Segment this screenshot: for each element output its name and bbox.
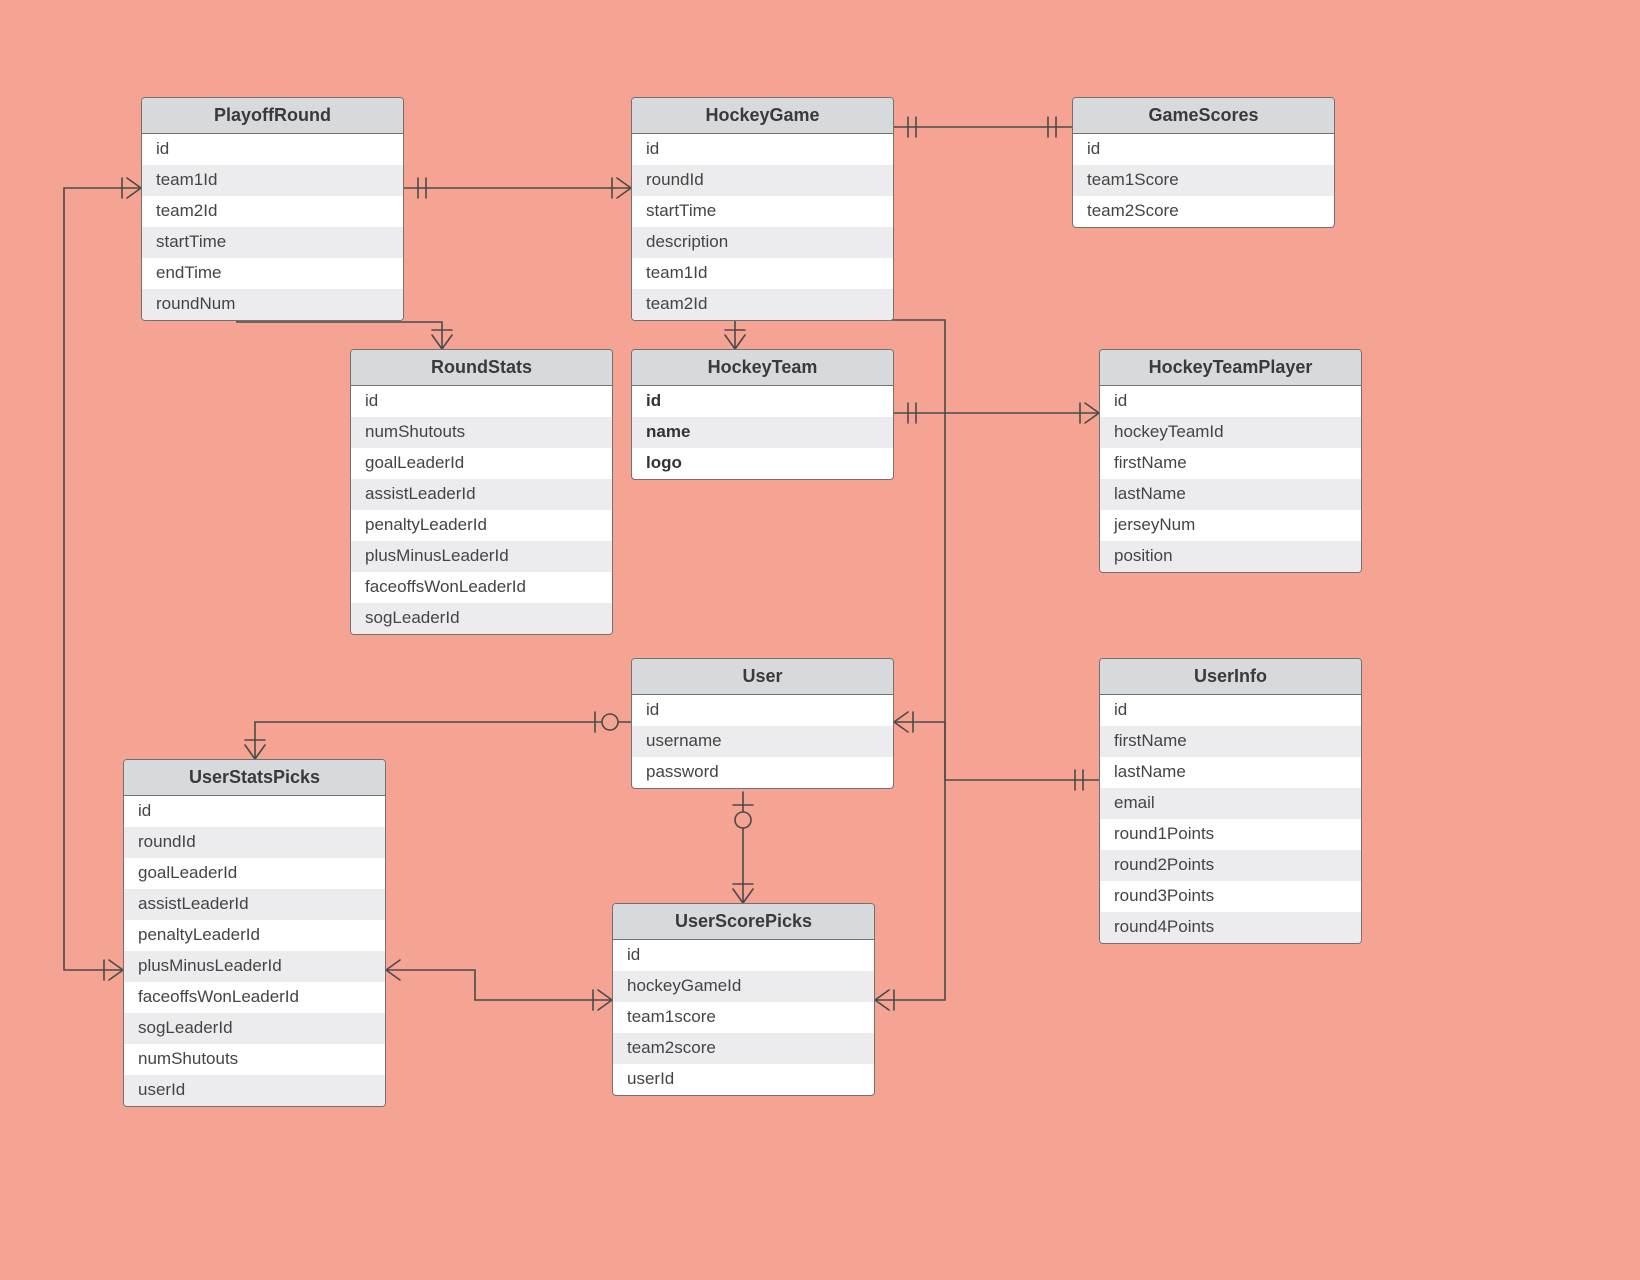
entity-field: id	[124, 796, 385, 827]
entity-field: assistLeaderId	[351, 479, 612, 510]
entity-hockeygame: HockeyGameidroundIdstartTimedescriptiont…	[631, 97, 894, 321]
entity-field: sogLeaderId	[351, 603, 612, 634]
entity-field: team1Score	[1073, 165, 1334, 196]
entity-field: name	[632, 417, 893, 448]
entity-field: userId	[124, 1075, 385, 1106]
entity-title: HockeyGame	[632, 98, 893, 134]
entity-field: team1score	[613, 1002, 874, 1033]
entity-userinfo: UserInfoidfirstNamelastNameemailround1Po…	[1099, 658, 1362, 944]
entity-title: GameScores	[1073, 98, 1334, 134]
entity-field: email	[1100, 788, 1361, 819]
entity-field: lastName	[1100, 479, 1361, 510]
entity-field: logo	[632, 448, 893, 479]
entity-field: firstName	[1100, 726, 1361, 757]
entity-field: startTime	[142, 227, 403, 258]
entity-fields: idnumShutoutsgoalLeaderIdassistLeaderIdp…	[351, 386, 612, 634]
entity-fields: idteam1Scoreteam2Score	[1073, 134, 1334, 227]
entity-hockeyteam: HockeyTeamidnamelogo	[631, 349, 894, 480]
entity-title: UserStatsPicks	[124, 760, 385, 796]
entity-title: HockeyTeamPlayer	[1100, 350, 1361, 386]
entity-field: username	[632, 726, 893, 757]
entity-playoffround: PlayoffRoundidteam1Idteam2IdstartTimeend…	[141, 97, 404, 321]
entity-field: numShutouts	[351, 417, 612, 448]
entity-field: penaltyLeaderId	[351, 510, 612, 541]
entity-title: PlayoffRound	[142, 98, 403, 134]
entity-field: assistLeaderId	[124, 889, 385, 920]
entity-field: roundId	[632, 165, 893, 196]
entity-field: id	[1100, 386, 1361, 417]
entity-fields: idfirstNamelastNameemailround1Pointsroun…	[1100, 695, 1361, 943]
entity-userstatspicks: UserStatsPicksidroundIdgoalLeaderIdassis…	[123, 759, 386, 1107]
entity-fields: idhockeyGameIdteam1scoreteam2scoreuserId	[613, 940, 874, 1095]
entity-title: UserScorePicks	[613, 904, 874, 940]
entity-field: id	[632, 134, 893, 165]
entity-field: id	[142, 134, 403, 165]
entity-title: UserInfo	[1100, 659, 1361, 695]
entity-field: team2score	[613, 1033, 874, 1064]
entity-field: id	[632, 695, 893, 726]
entity-field: id	[1073, 134, 1334, 165]
entity-fields: idnamelogo	[632, 386, 893, 479]
entity-field: roundNum	[142, 289, 403, 320]
entity-field: penaltyLeaderId	[124, 920, 385, 951]
entity-field: userId	[613, 1064, 874, 1095]
entity-field: description	[632, 227, 893, 258]
entity-roundstats: RoundStatsidnumShutoutsgoalLeaderIdassis…	[350, 349, 613, 635]
entity-field: plusMinusLeaderId	[124, 951, 385, 982]
entity-field: id	[351, 386, 612, 417]
entity-field: roundId	[124, 827, 385, 858]
entity-field: firstName	[1100, 448, 1361, 479]
entity-field: team1Id	[632, 258, 893, 289]
entity-field: hockeyGameId	[613, 971, 874, 1002]
entity-field: id	[1100, 695, 1361, 726]
entity-field: round3Points	[1100, 881, 1361, 912]
entity-hockeyteamplayer: HockeyTeamPlayeridhockeyTeamIdfirstNamel…	[1099, 349, 1362, 573]
entity-field: plusMinusLeaderId	[351, 541, 612, 572]
entity-field: faceoffsWonLeaderId	[124, 982, 385, 1013]
entity-field: password	[632, 757, 893, 788]
entity-field: team1Id	[142, 165, 403, 196]
entity-field: endTime	[142, 258, 403, 289]
entity-field: round2Points	[1100, 850, 1361, 881]
entity-fields: idteam1Idteam2IdstartTimeendTimeroundNum	[142, 134, 403, 320]
entity-title: HockeyTeam	[632, 350, 893, 386]
entity-field: lastName	[1100, 757, 1361, 788]
entity-field: hockeyTeamId	[1100, 417, 1361, 448]
entity-field: id	[613, 940, 874, 971]
entity-fields: idusernamepassword	[632, 695, 893, 788]
entity-field: position	[1100, 541, 1361, 572]
entity-field: goalLeaderId	[351, 448, 612, 479]
entity-userscorepicks: UserScorePicksidhockeyGameIdteam1scorete…	[612, 903, 875, 1096]
entity-field: team2Id	[142, 196, 403, 227]
entity-field: jerseyNum	[1100, 510, 1361, 541]
entity-field: sogLeaderId	[124, 1013, 385, 1044]
entity-field: id	[632, 386, 893, 417]
entity-field: faceoffsWonLeaderId	[351, 572, 612, 603]
entity-field: round4Points	[1100, 912, 1361, 943]
entity-gamescores: GameScoresidteam1Scoreteam2Score	[1072, 97, 1335, 228]
entity-user: Useridusernamepassword	[631, 658, 894, 789]
entity-field: round1Points	[1100, 819, 1361, 850]
entity-fields: idroundIdstartTimedescriptionteam1Idteam…	[632, 134, 893, 320]
entity-fields: idhockeyTeamIdfirstNamelastNamejerseyNum…	[1100, 386, 1361, 572]
entity-field: goalLeaderId	[124, 858, 385, 889]
entity-title: RoundStats	[351, 350, 612, 386]
entity-title: User	[632, 659, 893, 695]
entity-field: startTime	[632, 196, 893, 227]
entity-field: team2Id	[632, 289, 893, 320]
entity-field: numShutouts	[124, 1044, 385, 1075]
entity-field: team2Score	[1073, 196, 1334, 227]
entity-fields: idroundIdgoalLeaderIdassistLeaderIdpenal…	[124, 796, 385, 1106]
